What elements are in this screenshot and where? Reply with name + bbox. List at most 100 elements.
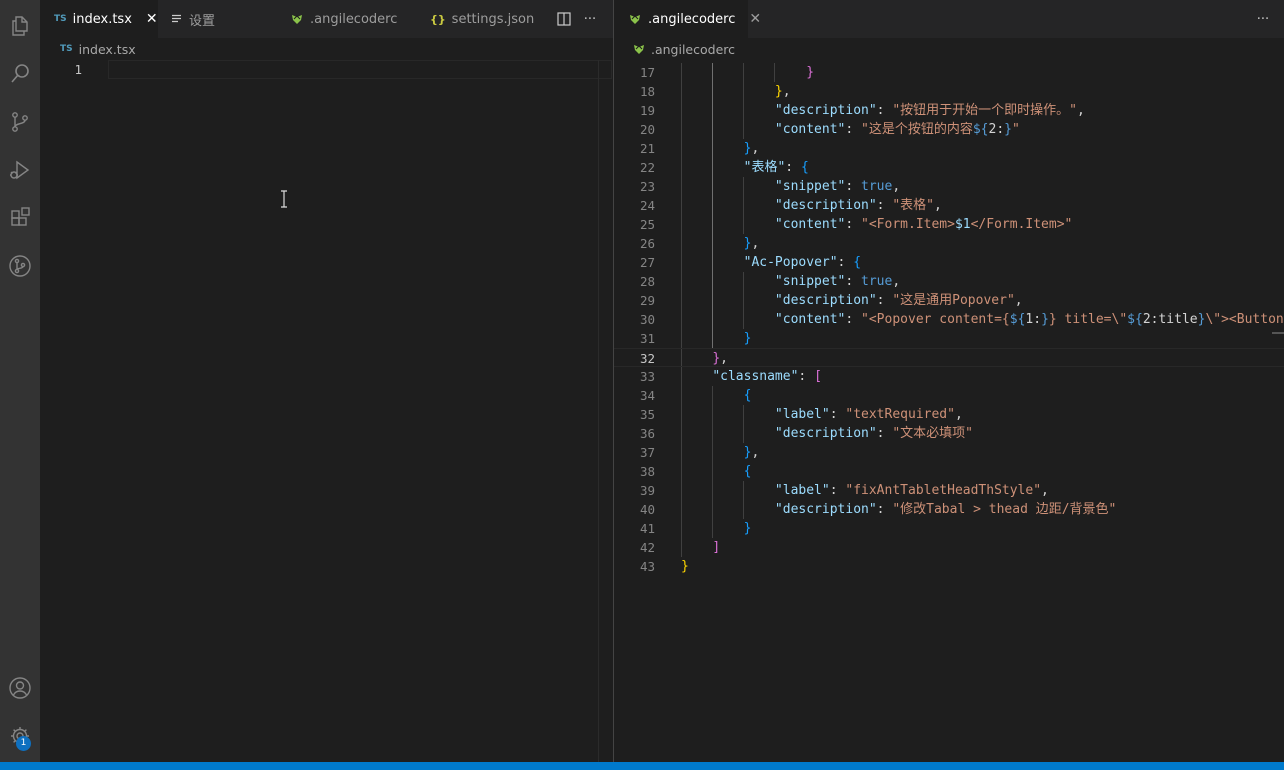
code-line[interactable]: 28 "snippet": true, <box>614 272 1284 291</box>
code-text: }, <box>681 139 760 158</box>
code-token: $1 <box>954 217 971 232</box>
breadcrumb-file[interactable]: .angilecoderc <box>651 42 735 57</box>
code-line[interactable]: 26 }, <box>614 234 1284 253</box>
code-line[interactable]: 27 "Ac-Popover": { <box>614 253 1284 272</box>
close-icon[interactable]: ✕ <box>146 11 158 27</box>
tab-index-tsx[interactable]: TS index.tsx ✕ <box>40 0 158 38</box>
code-line[interactable]: 34 { <box>614 386 1284 405</box>
line-number: 38 <box>639 464 655 479</box>
code-token: : <box>845 122 862 137</box>
code-line[interactable]: 19 "description": "按钮用于开始一个即时操作。", <box>614 101 1284 120</box>
line-number: 24 <box>639 198 655 213</box>
code-token: ] <box>712 540 721 555</box>
code-token: "label" <box>774 407 830 422</box>
angular-icon <box>628 14 642 25</box>
code-line[interactable]: 22 "表格": { <box>614 158 1284 177</box>
code-line[interactable]: 18 }, <box>614 82 1284 101</box>
code-text: }, <box>681 349 728 368</box>
editor-group-left: TS index.tsx ✕ 设置 .angilecoderc {} setti… <box>40 0 613 762</box>
code-text: } <box>681 329 752 348</box>
code-line[interactable]: 25 "content": "<Form.Item>$1</Form.Item>… <box>614 215 1284 234</box>
tab-settings-json[interactable]: {} settings.json <box>416 0 544 38</box>
code-line[interactable]: 29 "description": "这是通用Popover", <box>614 291 1284 310</box>
code-line[interactable]: 43} <box>614 557 1284 576</box>
settings-lines-icon <box>172 14 183 24</box>
code-text: } <box>681 557 689 576</box>
code-line[interactable]: 42 ] <box>614 538 1284 557</box>
code-token: "description" <box>774 103 877 118</box>
settings-gear-icon[interactable]: 1 <box>0 716 40 756</box>
code-line[interactable]: 33 "classname": [ <box>614 367 1284 386</box>
code-line[interactable]: 35 "label": "textRequired", <box>614 405 1284 424</box>
close-icon[interactable]: ✕ <box>749 11 761 27</box>
code-editor-left[interactable]: 1 <box>40 60 613 762</box>
extensions-icon[interactable] <box>0 198 40 238</box>
line-number: 17 <box>639 65 655 80</box>
code-line[interactable]: 21 }, <box>614 139 1284 158</box>
search-icon[interactable] <box>0 54 40 94</box>
code-token: , <box>892 179 901 194</box>
run-debug-icon[interactable] <box>0 150 40 190</box>
tab-label: .angilecoderc <box>310 11 398 27</box>
code-text: "content": "这是个按钮的内容${2:}" <box>681 120 1020 139</box>
code-line[interactable]: 40 "description": "修改Tabal > thead 边距/背景… <box>614 500 1284 519</box>
status-bar <box>0 762 1284 770</box>
line-number: 32 <box>639 351 655 366</box>
line-number: 39 <box>639 483 655 498</box>
code-token: , <box>1076 103 1085 118</box>
code-token: , <box>933 198 942 213</box>
code-token: 2: <box>988 122 1005 137</box>
code-token: "label" <box>774 483 830 498</box>
source-control-icon[interactable] <box>0 102 40 142</box>
tab-settings[interactable]: 设置 <box>158 0 276 38</box>
line-number: 30 <box>639 312 655 327</box>
code-line[interactable]: 39 "label": "fixAntTabletHeadThStyle", <box>614 481 1284 500</box>
code-line[interactable]: 37 }, <box>614 443 1284 462</box>
current-line-highlight <box>108 60 612 79</box>
code-line[interactable]: 38 { <box>614 462 1284 481</box>
code-line[interactable]: 31 } <box>614 329 1284 348</box>
code-text: "content": "<Form.Item>$1</Form.Item>" <box>681 215 1072 234</box>
code-line[interactable]: 41 } <box>614 519 1284 538</box>
more-actions-icon[interactable]: ··· <box>578 0 602 38</box>
code-text: "label": "fixAntTabletHeadThStyle", <box>681 481 1049 500</box>
tab-angilecoderc-right[interactable]: .angilecoderc ✕ <box>614 0 761 38</box>
code-token: } <box>774 84 783 99</box>
typescript-icon: TS <box>60 44 73 54</box>
tab-label: .angilecoderc <box>648 11 736 27</box>
code-line[interactable]: 30 "content": "<Popover content={${1:}} … <box>614 310 1284 329</box>
code-token: : <box>829 483 846 498</box>
tab-angilecoderc[interactable]: .angilecoderc <box>276 0 414 38</box>
code-editor-right[interactable]: 17 } 18 }, 19 "description": "按钮用于开始一个即时操作… <box>614 63 1284 762</box>
code-line[interactable]: 32 }, <box>614 348 1284 367</box>
code-line[interactable]: 36 "description": "文本必填项" <box>614 424 1284 443</box>
account-icon[interactable] <box>0 668 40 708</box>
breadcrumb[interactable]: TS index.tsx <box>40 38 613 60</box>
code-line[interactable]: 23 "snippet": true, <box>614 177 1284 196</box>
code-token: , <box>720 351 728 366</box>
split-editor-icon[interactable] <box>552 0 576 38</box>
code-text: } <box>681 63 814 82</box>
explorer-icon[interactable] <box>0 6 40 46</box>
code-line[interactable]: 20 "content": "这是个按钮的内容${2:}" <box>614 120 1284 139</box>
git-graph-icon[interactable] <box>0 246 40 286</box>
code-text: { <box>681 386 752 405</box>
code-line[interactable]: 24 "description": "表格", <box>614 196 1284 215</box>
code-token: { <box>743 464 752 479</box>
tab-bar-right: .angilecoderc ✕ ··· <box>614 0 1284 38</box>
code-token: "修改Tabal > thead 边距/背景色" <box>892 502 1117 517</box>
vertical-scrollbar[interactable] <box>598 60 599 762</box>
code-line[interactable]: 17 } <box>614 63 1284 82</box>
more-actions-icon[interactable]: ··· <box>1251 0 1275 38</box>
line-number: 26 <box>639 236 655 251</box>
line-number: 31 <box>639 331 655 346</box>
breadcrumb[interactable]: .angilecoderc <box>614 38 1284 60</box>
breadcrumb-file[interactable]: index.tsx <box>79 42 136 57</box>
